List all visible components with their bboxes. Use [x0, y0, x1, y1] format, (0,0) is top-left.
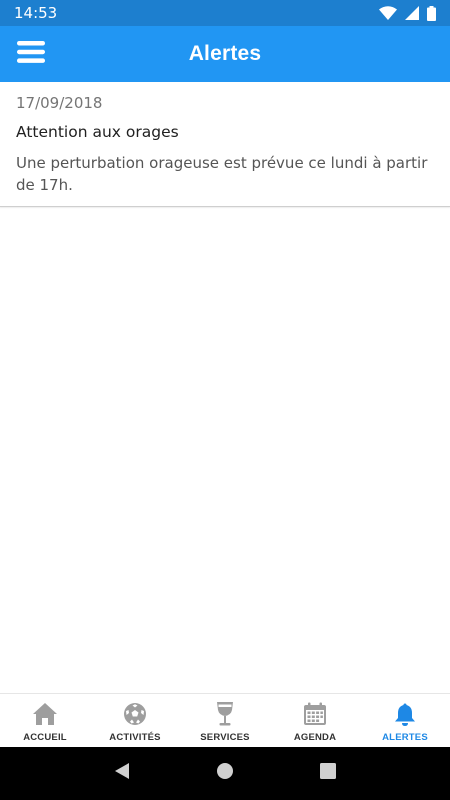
nav-item-activites[interactable]: ACTIVITÉS — [90, 694, 180, 747]
wine-glass-icon — [211, 700, 239, 728]
alert-title: Attention aux orages — [16, 123, 179, 141]
nav-item-accueil[interactable]: ACCUEIL — [0, 694, 90, 747]
battery-icon — [427, 5, 436, 21]
hamburger-menu-icon — [17, 40, 45, 68]
status-time: 14:53 — [14, 4, 58, 22]
page-title: Alertes — [188, 42, 262, 65]
alert-item[interactable]: 17/09/2018 Attention aux orages Une pert… — [0, 82, 450, 207]
nav-label: ACCUEIL — [23, 732, 67, 743]
nav-item-alertes[interactable]: ALERTES — [360, 694, 450, 747]
nav-label: ALERTES — [382, 732, 428, 743]
home-icon — [31, 700, 59, 728]
status-bar: 14:53 — [0, 0, 450, 26]
recents-square-icon — [320, 763, 337, 784]
nav-item-services[interactable]: SERVICES — [180, 694, 270, 747]
nav-label: AGENDA — [293, 732, 337, 743]
menu-button[interactable] — [12, 36, 50, 72]
calendar-icon — [301, 700, 329, 728]
soccer-ball-icon — [121, 700, 149, 728]
nav-label: ACTIVITÉS — [109, 732, 161, 743]
alert-body: Une perturbation orageuse est prévue ce … — [16, 154, 428, 194]
system-home-button[interactable] — [205, 754, 245, 794]
signal-icon — [405, 6, 419, 20]
system-nav-bar — [0, 747, 450, 800]
app-bar: Alertes — [0, 26, 450, 82]
back-icon — [114, 762, 130, 785]
bottom-nav: ACCUEIL ACTIVITÉS SERVICES AGENDA ALERTE… — [0, 693, 450, 747]
status-icons — [379, 5, 436, 21]
alert-list: 17/09/2018 Attention aux orages Une pert… — [0, 82, 450, 207]
bell-icon — [391, 700, 419, 728]
wifi-icon — [379, 6, 397, 20]
nav-label: SERVICES — [200, 732, 250, 743]
home-circle-icon — [216, 762, 234, 785]
system-back-button[interactable] — [102, 754, 142, 794]
alert-date: 17/09/2018 — [16, 94, 103, 112]
system-recents-button[interactable] — [308, 754, 348, 794]
nav-item-agenda[interactable]: AGENDA — [270, 694, 360, 747]
